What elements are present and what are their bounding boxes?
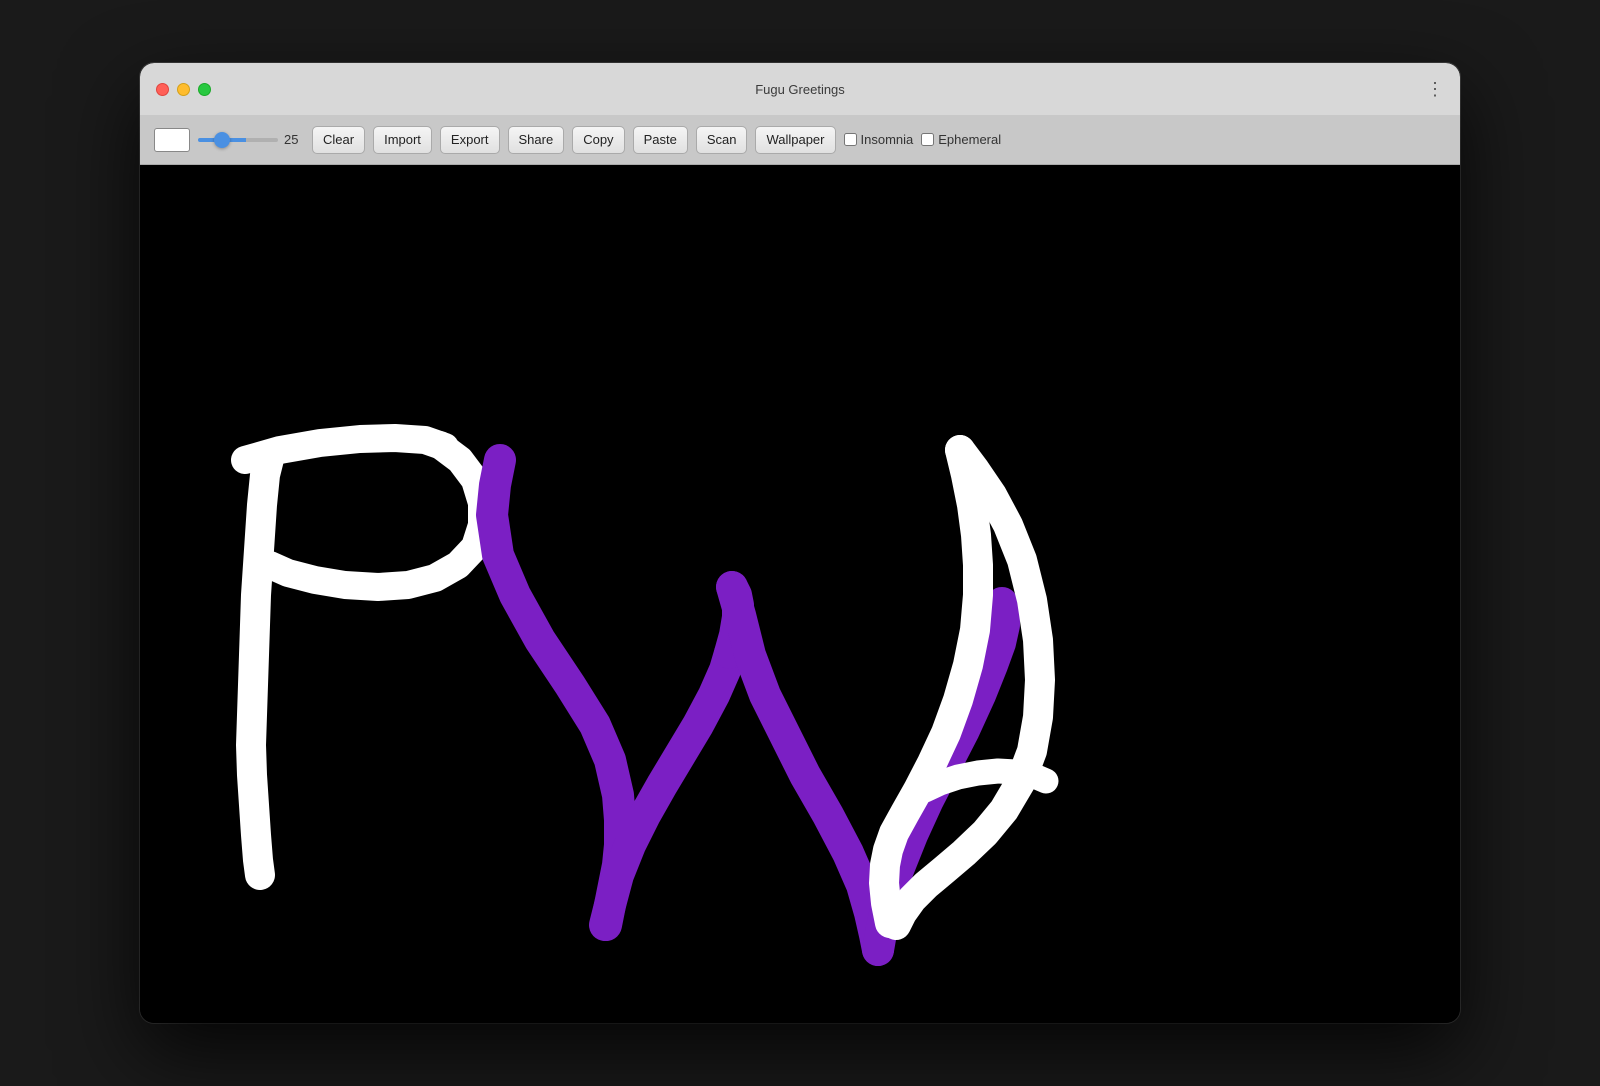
ephemeral-label[interactable]: Ephemeral [921,132,1001,147]
window-title: Fugu Greetings [755,82,845,97]
import-button[interactable]: Import [373,126,432,154]
insomnia-label[interactable]: Insomnia [844,132,914,147]
ephemeral-checkbox[interactable] [921,133,934,146]
ephemeral-text: Ephemeral [938,132,1001,147]
app-window: Fugu Greetings ⋮ 25 Clear Import Export … [140,63,1460,1023]
menu-dots-icon[interactable]: ⋮ [1426,79,1444,100]
drawing-canvas[interactable] [140,165,1460,1023]
insomnia-checkbox[interactable] [844,133,857,146]
brush-size-value: 25 [284,132,304,147]
clear-button[interactable]: Clear [312,126,365,154]
insomnia-text: Insomnia [861,132,914,147]
pwa-drawing [140,165,1460,1023]
minimize-button[interactable] [177,83,190,96]
traffic-lights [156,83,211,96]
titlebar: Fugu Greetings ⋮ [140,63,1460,115]
share-button[interactable]: Share [508,126,565,154]
scan-button[interactable]: Scan [696,126,748,154]
paste-button[interactable]: Paste [633,126,688,154]
color-swatch[interactable] [154,128,190,152]
close-button[interactable] [156,83,169,96]
export-button[interactable]: Export [440,126,500,154]
wallpaper-button[interactable]: Wallpaper [755,126,835,154]
maximize-button[interactable] [198,83,211,96]
brush-size-control: 25 [198,132,304,147]
toolbar: 25 Clear Import Export Share Copy Paste … [140,115,1460,165]
brush-size-slider[interactable] [198,138,278,142]
copy-button[interactable]: Copy [572,126,624,154]
